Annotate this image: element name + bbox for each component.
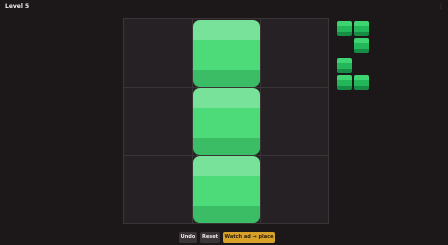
menu-icon[interactable]: ⋮ <box>438 3 444 11</box>
placed-piece <box>193 20 260 87</box>
tray-piece-cell <box>337 21 352 36</box>
reset-button[interactable]: Reset <box>200 232 220 243</box>
game-screen: Level 5 ⋮ Undo Reset Watch ad → place pi… <box>0 0 448 245</box>
game-board[interactable] <box>123 18 329 224</box>
watch-ad-button[interactable]: Watch ad → place piece <box>223 232 275 243</box>
placed-piece <box>193 88 260 155</box>
tray-piece-cell <box>337 75 352 90</box>
tray-piece-cell <box>354 75 369 90</box>
tray-piece-cell <box>337 58 352 73</box>
grid-line <box>260 19 261 223</box>
tray-piece-cell <box>354 38 369 53</box>
undo-button[interactable]: Undo <box>179 232 197 243</box>
level-title: Level 5 <box>5 3 30 10</box>
placed-piece <box>193 156 260 223</box>
tray-piece-cell <box>354 21 369 36</box>
